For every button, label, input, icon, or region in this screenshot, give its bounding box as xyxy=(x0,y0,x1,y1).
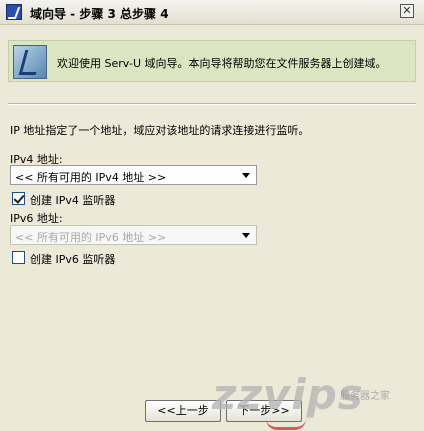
create-ipv6-listener-checkbox[interactable] xyxy=(12,251,25,264)
create-ipv4-listener-label: 创建 IPv4 监听器 xyxy=(30,194,116,207)
ipv6-address-select[interactable]: << 所有可用的 IPv6 地址 >> xyxy=(10,225,257,245)
chevron-down-icon xyxy=(242,233,250,238)
ipv6-selected-value: << 所有可用的 IPv6 地址 >> xyxy=(15,231,167,244)
watermark-sub: 服务器之家 xyxy=(340,391,390,402)
welcome-banner: 欢迎使用 Serv-U 域向导。本向导将帮助您在文件服务器上创建域。 xyxy=(8,40,416,82)
ipv4-selected-value: << 所有可用的 IPv4 地址 >> xyxy=(15,171,167,184)
ipv6-address-label: IPv6 地址: xyxy=(10,212,63,225)
wizard-icon xyxy=(13,45,47,79)
ipv4-address-select[interactable]: << 所有可用的 IPv4 地址 >> xyxy=(10,165,257,185)
watermark-underline xyxy=(266,419,306,430)
close-button[interactable]: ✕ xyxy=(400,4,414,18)
divider xyxy=(8,103,416,105)
create-ipv4-listener-checkbox[interactable] xyxy=(12,192,25,205)
window-title: 域向导 - 步骤 3 总步骤 4 xyxy=(30,7,169,21)
app-icon xyxy=(6,4,22,20)
ip-description: IP 地址指定了一个地址，域应对该地址的请求连接进行监听。 xyxy=(10,124,310,137)
chevron-down-icon xyxy=(242,173,250,178)
title-bar: 域向导 - 步骤 3 总步骤 4 ✕ xyxy=(0,0,424,25)
back-button[interactable]: <<上一步 xyxy=(145,400,221,422)
banner-text: 欢迎使用 Serv-U 域向导。本向导将帮助您在文件服务器上创建域。 xyxy=(57,57,387,70)
create-ipv6-listener-label: 创建 IPv6 监听器 xyxy=(30,253,116,266)
